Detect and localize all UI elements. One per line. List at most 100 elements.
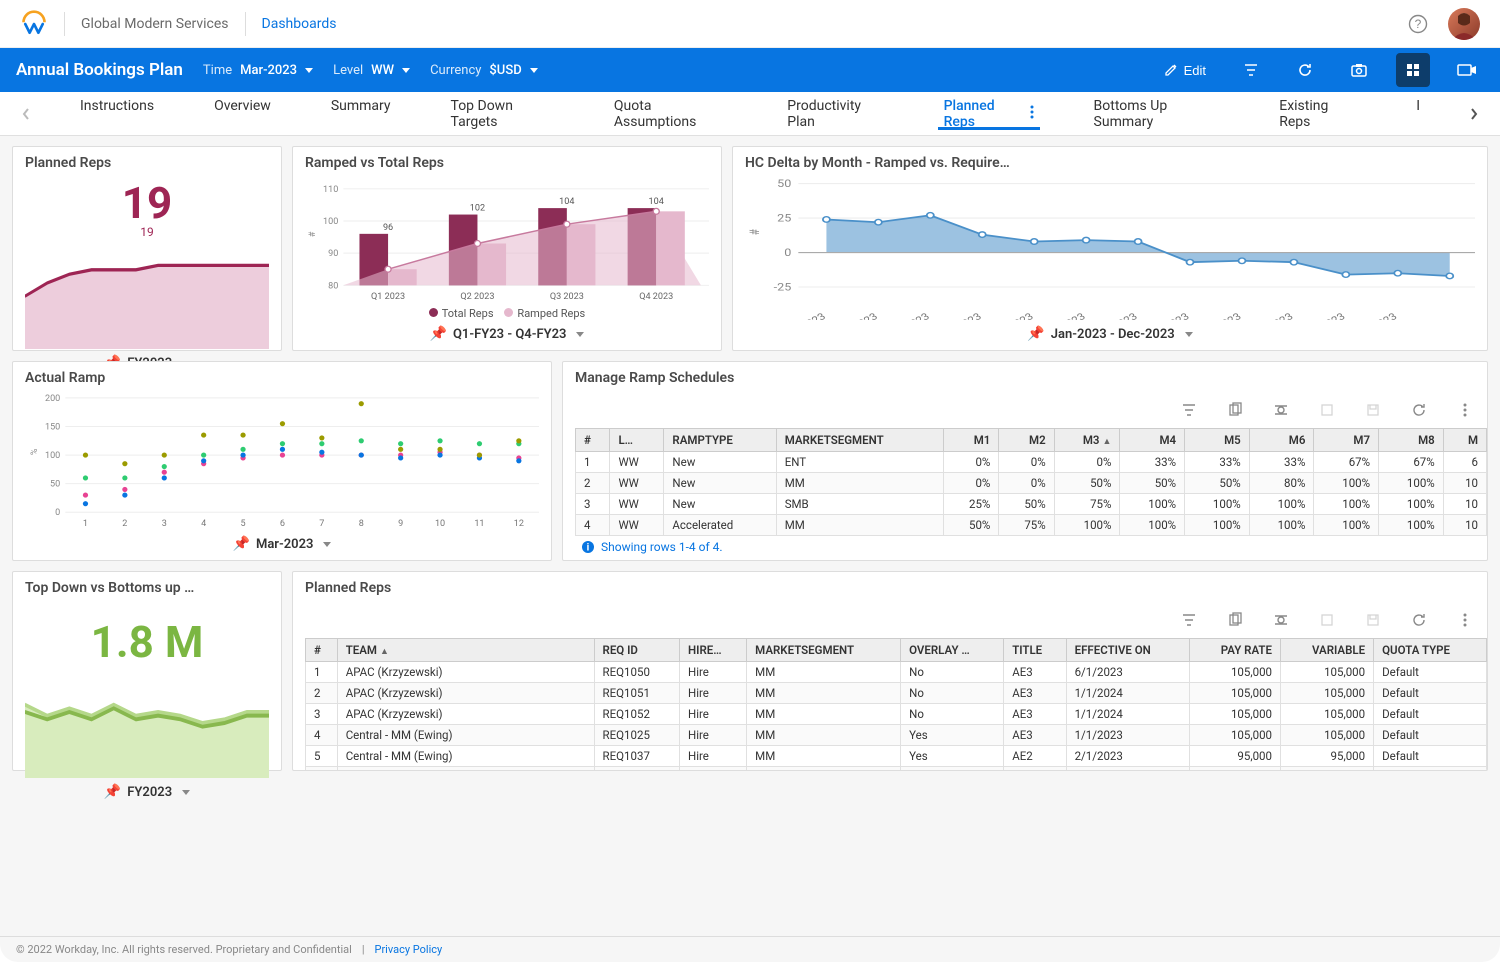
col-header[interactable]: M4 <box>1120 429 1185 452</box>
refresh-icon[interactable] <box>1409 610 1429 630</box>
kpi-label: 19 <box>25 225 269 239</box>
settings-icon[interactable] <box>1317 610 1337 630</box>
card-title: Planned Reps <box>305 580 1487 596</box>
grid-view-button[interactable] <box>1396 53 1430 87</box>
table-row[interactable]: 2APAC (Krzyzewski)REQ1051HireMMNoAE31/1/… <box>306 683 1487 704</box>
table-row[interactable]: 5Central - MM (Ewing)REQ1037HireMMYesAE2… <box>306 746 1487 767</box>
svg-text:?: ? <box>1415 17 1422 31</box>
copy-icon[interactable] <box>1225 610 1245 630</box>
refresh-button[interactable] <box>1288 53 1322 87</box>
camera-button[interactable] <box>1342 53 1376 87</box>
tab-quota-assumptions[interactable]: Quota Assumptions <box>608 98 733 130</box>
tab-row: Instructions Overview Summary Top Down Targ… <box>0 92 1500 136</box>
tab-planned-reps[interactable]: Planned Reps <box>938 98 1040 130</box>
col-header[interactable]: QUOTA TYPE <box>1374 639 1487 662</box>
table-row[interactable]: 6Customer Development (Stockton)REQ1103H… <box>306 767 1487 771</box>
col-header[interactable]: HIRE… <box>680 639 747 662</box>
col-header[interactable]: L… <box>610 429 664 452</box>
table-row[interactable]: 4Central - MM (Ewing)REQ1025HireMMYesAE3… <box>306 725 1487 746</box>
time-selector[interactable]: Time Mar-2023 <box>203 63 313 78</box>
col-header[interactable]: M <box>1443 429 1486 452</box>
more-icon[interactable] <box>1455 610 1475 630</box>
tabs-scroll-left[interactable] <box>12 100 40 128</box>
breakback-icon[interactable] <box>1271 610 1291 630</box>
table-row[interactable]: 3WWNewSMB25%50%75%100%100%100%100%100%10 <box>576 494 1487 515</box>
svg-text:200: 200 <box>45 394 60 404</box>
col-header[interactable]: M6 <box>1249 429 1314 452</box>
user-avatar[interactable] <box>1448 8 1480 40</box>
edit-button[interactable]: Edit <box>1156 53 1214 87</box>
planned-reps-sparkline <box>25 239 269 349</box>
planned-reps-table[interactable]: #TEAM▲REQ IDHIRE…MARKETSEGMENTOVERLAY …T… <box>305 638 1487 770</box>
svg-text:Nov 2023: Nov 2023 <box>1298 311 1348 320</box>
table-row[interactable]: 1WWNewENT0%0%0%33%33%33%67%67%6 <box>576 452 1487 473</box>
table-row[interactable]: 4WWAcceleratedMM50%75%100%100%100%100%10… <box>576 515 1487 536</box>
breadcrumb-dashboards[interactable]: Dashboards <box>262 16 337 32</box>
col-header[interactable]: M3▲ <box>1054 429 1120 452</box>
col-header[interactable]: RAMPTYPE <box>664 429 776 452</box>
col-header[interactable]: M1 <box>944 429 999 452</box>
present-button[interactable] <box>1450 53 1484 87</box>
tab-menu-icon[interactable] <box>1030 105 1034 123</box>
tab-productivity-plan[interactable]: Productivity Plan <box>781 98 889 130</box>
ramp-schedules-table[interactable]: #L…RAMPTYPEMARKETSEGMENTM1M2M3▲M4M5M6M7M… <box>575 428 1487 536</box>
tab-bottoms-up-summary[interactable]: Bottoms Up Summary <box>1088 98 1226 130</box>
card-td-vs-bu: Top Down vs Bottoms up … 1.8 M 📌 FY2023 <box>12 571 282 771</box>
col-header[interactable]: OVERLAY … <box>901 639 1004 662</box>
svg-text:12: 12 <box>514 519 524 529</box>
card-title: Actual Ramp <box>25 370 539 386</box>
filter-icon[interactable] <box>1179 400 1199 420</box>
col-header[interactable]: M5 <box>1185 429 1250 452</box>
help-button[interactable]: ? <box>1404 10 1432 38</box>
privacy-policy-link[interactable]: Privacy Policy <box>375 943 443 956</box>
workday-logo-icon[interactable] <box>20 10 48 38</box>
tabs-scroll-right[interactable] <box>1460 100 1488 128</box>
col-header[interactable]: TITLE <box>1004 639 1066 662</box>
col-header[interactable]: # <box>306 639 338 662</box>
chevron-down-icon <box>402 68 410 73</box>
table-toolbar <box>575 392 1487 428</box>
filter-icon[interactable] <box>1179 610 1199 630</box>
currency-selector[interactable]: Currency $USD <box>430 63 538 78</box>
refresh-icon[interactable] <box>1409 400 1429 420</box>
col-header[interactable]: TEAM▲ <box>337 639 594 662</box>
col-header[interactable]: M8 <box>1379 429 1444 452</box>
breakback-icon[interactable] <box>1271 400 1291 420</box>
col-header[interactable]: M7 <box>1314 429 1379 452</box>
table-row[interactable]: 2WWNewMM0%0%50%50%50%80%100%100%10 <box>576 473 1487 494</box>
table-row[interactable]: 3APAC (Krzyzewski)REQ1052HireMMNoAE31/1/… <box>306 704 1487 725</box>
col-header[interactable]: M2 <box>999 429 1054 452</box>
org-name: Global Modern Services <box>81 16 229 32</box>
col-header[interactable]: # <box>576 429 610 452</box>
save-icon[interactable] <box>1363 400 1383 420</box>
col-header[interactable]: VARIABLE <box>1281 639 1374 662</box>
save-icon[interactable] <box>1363 610 1383 630</box>
tab-summary[interactable]: Summary <box>325 98 397 114</box>
copyright-text: © 2022 Workday, Inc. All rights reserved… <box>16 943 352 956</box>
card-period-selector[interactable]: 📌 FY2023 <box>25 784 269 800</box>
card-period-selector[interactable]: 📌 Jan-2023 - Dec-2023 <box>745 326 1475 342</box>
card-period-selector[interactable]: 📌 Q1-FY23 - Q4-FY23 <box>305 326 709 342</box>
svg-text:Sep 2023: Sep 2023 <box>1195 311 1244 320</box>
tab-overview[interactable]: Overview <box>208 98 277 114</box>
tab-i[interactable]: I <box>1410 98 1426 114</box>
col-header[interactable]: MARKETSEGMENT <box>747 639 901 662</box>
svg-text:2: 2 <box>122 519 127 529</box>
table-row[interactable]: 1APAC (Krzyzewski)REQ1050HireMMNoAE36/1/… <box>306 662 1487 683</box>
tab-instructions[interactable]: Instructions <box>74 98 160 114</box>
col-header[interactable]: EFFECTIVE ON <box>1066 639 1190 662</box>
level-selector[interactable]: Level WW <box>333 63 410 78</box>
col-header[interactable]: MARKETSEGMENT <box>776 429 943 452</box>
card-period-selector[interactable]: 📌 Mar-2023 <box>25 536 539 552</box>
tab-existing-reps[interactable]: Existing Reps <box>1273 98 1362 130</box>
svg-text:1: 1 <box>83 519 88 529</box>
tab-top-down-targets[interactable]: Top Down Targets <box>445 98 560 130</box>
header-divider <box>64 12 65 36</box>
copy-icon[interactable] <box>1225 400 1245 420</box>
settings-icon[interactable] <box>1317 400 1337 420</box>
col-header[interactable]: REQ ID <box>594 639 679 662</box>
more-icon[interactable] <box>1455 400 1475 420</box>
col-header[interactable]: PAY RATE <box>1190 639 1281 662</box>
filter-button[interactable] <box>1234 53 1268 87</box>
svg-text:Apr 2023: Apr 2023 <box>936 311 984 320</box>
